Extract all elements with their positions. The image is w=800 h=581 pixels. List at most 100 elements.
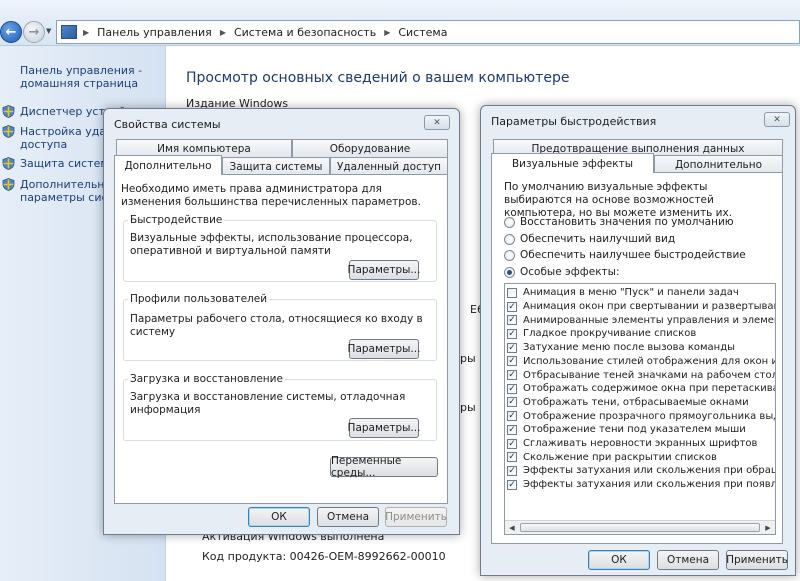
address-bar-area: ← → ▼ ▶ Панель управления ▶ Система и бе… (0, 0, 800, 46)
back-arrow-icon[interactable]: ← (0, 21, 22, 43)
scrollbar-thumb[interactable] (520, 523, 760, 532)
cancel-button[interactable]: Отмена (317, 507, 379, 527)
breadcrumb[interactable]: ▶ Панель управления ▶ Система и безопасн… (56, 20, 800, 44)
tab-remote[interactable]: Удаленный доступ (330, 157, 448, 175)
group-label: Загрузка и восстановление (128, 373, 285, 385)
close-icon[interactable]: ✕ (424, 115, 450, 130)
effect-label: Сглаживать неровности экранных шрифтов (523, 438, 758, 450)
chevron-right-icon[interactable]: ▶ (83, 28, 97, 37)
effect-label: Отображать тени, отбрасываемые окнами (523, 396, 749, 408)
radio-button[interactable] (504, 216, 515, 228)
checked-checkbox[interactable]: ✓ (507, 342, 517, 353)
ok-button[interactable]: ОК (588, 550, 650, 570)
radio-best-performance[interactable]: Обеспечить наилучшее быстродействие (504, 249, 746, 261)
effect-label: Анимация в меню "Пуск" и панели задач (523, 287, 739, 299)
ok-button[interactable]: ОК (248, 507, 310, 527)
tab-visual-effects[interactable]: Визуальные эффекты (491, 153, 654, 173)
tab-advanced[interactable]: Дополнительно (654, 155, 783, 173)
startup-settings-button[interactable]: Параметры... (348, 418, 420, 438)
apply-button[interactable]: Применить (385, 507, 447, 527)
advanced-tab-panel: Необходимо иметь права администратора дл… (114, 174, 448, 504)
radio-button[interactable] (504, 249, 515, 261)
effect-checkbox-row[interactable]: ✓ Анимированные элементы управления и эле… (507, 313, 775, 327)
checked-checkbox[interactable]: ✓ (507, 411, 517, 422)
environment-variables-button[interactable]: Переменные среды... (330, 455, 438, 479)
checked-checkbox[interactable]: ✓ (507, 465, 517, 476)
checked-checkbox[interactable]: ✓ (507, 328, 517, 339)
radio-restore-defaults[interactable]: Восстановить значения по умолчанию (504, 216, 734, 228)
effect-label: Скольжение при раскрытии списков (523, 451, 717, 463)
page-title: Просмотр основных сведений о вашем компь… (186, 70, 570, 86)
radio-button[interactable] (504, 233, 515, 245)
effect-checkbox-row[interactable]: ✓ Эффекты затухания или скольжения при по… (507, 478, 775, 492)
radio-label: Обеспечить наилучшее быстродействие (520, 249, 746, 261)
checked-checkbox[interactable]: ✓ (507, 479, 517, 490)
checked-checkbox[interactable]: ✓ (507, 438, 517, 449)
unchecked-checkbox[interactable] (507, 287, 517, 298)
dialog-title: Параметры быстродействия (491, 115, 657, 128)
effect-label: Эффекты затухания или скольжения при поя… (523, 479, 775, 491)
checked-checkbox[interactable]: ✓ (507, 383, 517, 394)
profiles-settings-button[interactable]: Параметры... (348, 339, 420, 359)
tab-system-protection[interactable]: Защита системы (222, 157, 330, 175)
background-link-fragment: ры (460, 401, 476, 414)
tab-hardware[interactable]: Оборудование (292, 139, 448, 157)
sidebar-home-link[interactable]: Панель управления - домашняя страница (20, 64, 150, 90)
effect-checkbox-row[interactable]: ✓ Использование стилей отображения для ок… (507, 355, 775, 369)
performance-options-dialog: Параметры быстродействия ✕ Предотвращени… (480, 105, 796, 576)
radio-custom[interactable]: Особые эффекты: (504, 266, 620, 278)
effect-checkbox-row[interactable]: ✓ Отображение тени под указателем мыши (507, 423, 746, 437)
effect-checkbox-row[interactable]: ✓ Скольжение при раскрытии списков (507, 450, 717, 464)
effect-checkbox-row[interactable]: ✓ Затухание меню после вызова команды (507, 341, 735, 355)
checked-checkbox[interactable]: ✓ (507, 397, 517, 408)
checked-checkbox[interactable]: ✓ (507, 370, 517, 381)
close-icon[interactable]: ✕ (764, 112, 790, 127)
effect-label: Затухание меню после вызова команды (523, 342, 736, 354)
scroll-right-icon[interactable]: ▶ (761, 521, 775, 534)
chevron-right-icon[interactable]: ▶ (220, 28, 234, 37)
effect-label: Анимированные элементы управления и элем… (523, 314, 775, 326)
effect-checkbox-row[interactable]: ✓ Эффекты затухания или скольжения при об… (507, 464, 775, 478)
group-description: Параметры рабочего стола, относящиеся ко… (130, 313, 423, 338)
effect-label: Анимация окон при свертывании и разверты… (523, 301, 776, 313)
checked-checkbox[interactable]: ✓ (507, 301, 517, 312)
effect-label: Гладкое прокручивание списков (523, 328, 697, 340)
effect-checkbox-row[interactable]: ✓ Отображать содержимое окна при перетаск… (507, 382, 776, 396)
breadcrumb-system-security[interactable]: Система и безопасность (234, 26, 384, 39)
shield-icon (2, 105, 15, 118)
scroll-left-icon[interactable]: ◀ (505, 521, 519, 534)
control-panel-icon (61, 25, 77, 39)
shield-icon (2, 178, 15, 191)
admin-note: Необходимо иметь права администратора дл… (121, 183, 421, 208)
effect-checkbox-row[interactable]: Анимация в меню "Пуск" и панели задач (507, 286, 739, 300)
startup-recovery-group: Загрузка и восстановление Загрузка и вос… (123, 373, 437, 441)
performance-settings-button[interactable]: Параметры... (348, 260, 420, 280)
radio-best-appearance[interactable]: Обеспечить наилучший вид (504, 233, 675, 245)
effect-checkbox-row[interactable]: ✓ Анимация окон при свертывании и разверт… (507, 300, 776, 314)
tab-advanced[interactable]: Дополнительно (114, 155, 222, 175)
effect-checkbox-row[interactable]: ✓ Отображение прозрачного прямоугольника … (507, 409, 775, 423)
effect-label: Отображать содержимое окна при перетаски… (523, 383, 776, 395)
breadcrumb-system[interactable]: Система (398, 26, 455, 39)
radio-label: Обеспечить наилучший вид (520, 233, 676, 245)
effect-label: Использование стилей отображения для око… (523, 355, 775, 367)
group-label: Профили пользователей (128, 293, 270, 305)
checked-checkbox[interactable]: ✓ (507, 356, 517, 367)
checked-checkbox[interactable]: ✓ (507, 452, 517, 463)
breadcrumb-control-panel[interactable]: Панель управления (97, 26, 220, 39)
forward-arrow-icon[interactable]: → (23, 21, 45, 43)
apply-button[interactable]: Применить (726, 550, 788, 570)
effect-checkbox-row[interactable]: ✓ Отображать тени, отбрасываемые окнами (507, 396, 749, 410)
user-profiles-group: Профили пользователей Параметры рабочего… (123, 293, 437, 361)
cancel-button[interactable]: Отмена (657, 550, 719, 570)
checked-checkbox[interactable]: ✓ (507, 315, 517, 326)
radio-button[interactable] (504, 266, 515, 278)
effect-checkbox-row[interactable]: ✓ Сглаживать неровности экранных шрифтов (507, 437, 757, 451)
horizontal-scrollbar[interactable]: ◀ ▶ (505, 520, 775, 534)
effect-checkbox-row[interactable]: ✓ Гладкое прокручивание списков (507, 327, 696, 341)
effect-checkbox-row[interactable]: ✓ Отбрасывание теней значками на рабочем … (507, 368, 775, 382)
radio-label: Особые эффекты: (520, 266, 620, 278)
chevron-right-icon[interactable]: ▶ (384, 28, 398, 37)
checked-checkbox[interactable]: ✓ (507, 424, 517, 435)
history-dropdown-icon[interactable]: ▼ (46, 27, 51, 35)
